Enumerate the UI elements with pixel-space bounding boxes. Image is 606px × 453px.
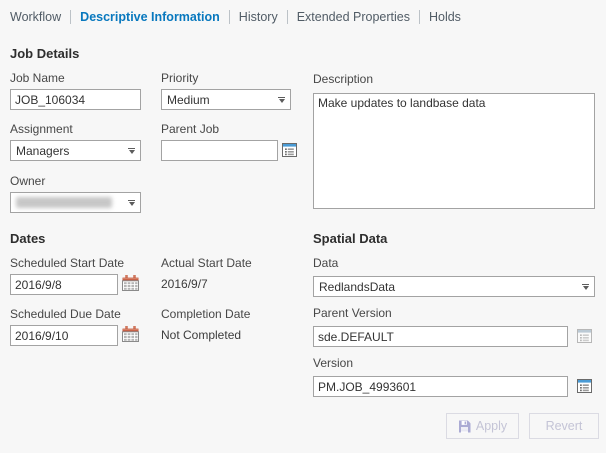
completion-date-label: Completion Date xyxy=(161,307,250,321)
tab-history[interactable]: History xyxy=(239,10,278,24)
chevron-down-icon xyxy=(278,97,285,103)
scheduled-due-date-input[interactable] xyxy=(10,325,118,346)
dates-heading: Dates xyxy=(10,231,45,246)
chevron-down-icon xyxy=(582,284,589,290)
completion-date-value: Not Completed xyxy=(161,328,241,342)
scheduled-due-calendar-button[interactable] xyxy=(122,326,139,342)
job-details-heading: Job Details xyxy=(10,46,79,61)
scheduled-start-date-label: Scheduled Start Date xyxy=(10,256,124,270)
data-dropdown[interactable]: RedlandsData xyxy=(313,276,595,297)
job-name-label: Job Name xyxy=(10,71,65,85)
calendar-icon xyxy=(122,326,139,342)
scheduled-due-date-label: Scheduled Due Date xyxy=(10,307,121,321)
tab-holds[interactable]: Holds xyxy=(429,10,461,24)
parent-version-label: Parent Version xyxy=(313,306,392,320)
version-label: Version xyxy=(313,356,353,370)
scheduled-start-date-input[interactable] xyxy=(10,274,118,295)
description-label: Description xyxy=(313,72,373,86)
data-label: Data xyxy=(313,256,338,270)
version-input[interactable] xyxy=(313,376,568,397)
job-name-input[interactable] xyxy=(10,89,141,110)
parent-version-list-picker-button[interactable] xyxy=(577,329,592,343)
tab-bar: Workflow Descriptive Information History… xyxy=(10,8,461,26)
calendar-icon xyxy=(122,275,139,291)
data-value: RedlandsData xyxy=(319,280,576,294)
list-picker-icon xyxy=(282,143,297,157)
tab-separator xyxy=(287,10,288,24)
assignment-value: Managers xyxy=(16,144,122,158)
chevron-down-icon xyxy=(128,200,135,206)
tab-descriptive-information[interactable]: Descriptive Information xyxy=(80,10,220,24)
descriptive-information-panel: Workflow Descriptive Information History… xyxy=(0,0,606,453)
actual-start-date-label: Actual Start Date xyxy=(161,256,252,270)
parent-job-label: Parent Job xyxy=(161,122,219,136)
actual-start-date-value: 2016/9/7 xyxy=(161,277,208,291)
parent-job-list-picker-button[interactable] xyxy=(282,143,297,157)
chevron-down-icon xyxy=(128,148,135,154)
description-textarea[interactable]: Make updates to landbase data xyxy=(313,93,595,209)
tab-separator xyxy=(70,10,71,24)
save-icon xyxy=(458,420,471,433)
apply-button-label: Apply xyxy=(476,419,507,433)
revert-button[interactable]: Revert xyxy=(529,413,599,439)
list-picker-icon xyxy=(577,379,592,393)
tab-separator xyxy=(229,10,230,24)
tab-workflow[interactable]: Workflow xyxy=(10,10,61,24)
priority-dropdown[interactable]: Medium xyxy=(161,89,291,110)
revert-button-label: Revert xyxy=(546,419,583,433)
assignment-label: Assignment xyxy=(10,122,73,136)
apply-button[interactable]: Apply xyxy=(446,413,519,439)
assignment-dropdown[interactable]: Managers xyxy=(10,140,141,161)
priority-value: Medium xyxy=(167,93,272,107)
parent-job-input[interactable] xyxy=(161,140,278,161)
owner-label: Owner xyxy=(10,174,45,188)
scheduled-start-calendar-button[interactable] xyxy=(122,275,139,291)
owner-value-redacted xyxy=(16,197,112,208)
list-picker-icon xyxy=(577,329,592,343)
parent-version-input[interactable] xyxy=(313,326,568,347)
tab-separator xyxy=(419,10,420,24)
spatial-data-heading: Spatial Data xyxy=(313,231,387,246)
tab-extended-properties[interactable]: Extended Properties xyxy=(297,10,410,24)
priority-label: Priority xyxy=(161,71,198,85)
version-list-picker-button[interactable] xyxy=(577,379,592,393)
owner-dropdown[interactable] xyxy=(10,192,141,213)
